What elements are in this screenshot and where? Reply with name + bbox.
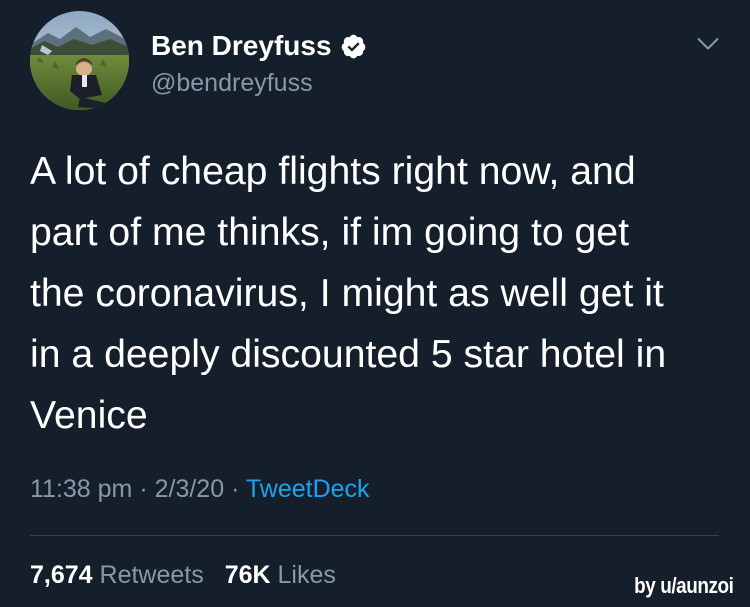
tweet-time[interactable]: 11:38 pm [30,475,132,503]
watermark: by u/aunzoi [633,573,734,598]
likes-label[interactable]: Likes [278,561,336,589]
retweets-label[interactable]: Retweets [100,561,204,589]
author-handle[interactable]: @bendreyfuss [151,69,367,98]
retweets-count[interactable]: 7,674 [30,561,93,589]
name-row: Ben Dreyfuss [151,29,367,63]
tweet-header: Ben Dreyfuss @bendreyfuss [30,11,367,110]
verified-badge-icon [340,33,367,60]
tweet-card: Ben Dreyfuss @bendreyfuss A lot of cheap… [0,0,750,607]
divider [30,535,719,536]
tweet-text: A lot of cheap flights right now, and pa… [30,150,667,437]
avatar[interactable] [30,11,129,110]
tweet-meta: 11:38 pm · 2/3/20 · TweetDeck [30,475,370,504]
avatar-photo [30,11,129,110]
author-name[interactable]: Ben Dreyfuss [151,30,332,62]
author-identity: Ben Dreyfuss @bendreyfuss [151,29,367,98]
meta-separator: · [224,475,246,503]
chevron-down-icon[interactable] [697,37,719,51]
meta-separator: · [132,475,155,503]
tweet-stats: 7,674 Retweets 76K Likes [30,561,350,590]
likes-count[interactable]: 76K [225,561,271,589]
tweet-date[interactable]: 2/3/20 [155,475,225,503]
tweet-client-link[interactable]: TweetDeck [246,475,370,503]
